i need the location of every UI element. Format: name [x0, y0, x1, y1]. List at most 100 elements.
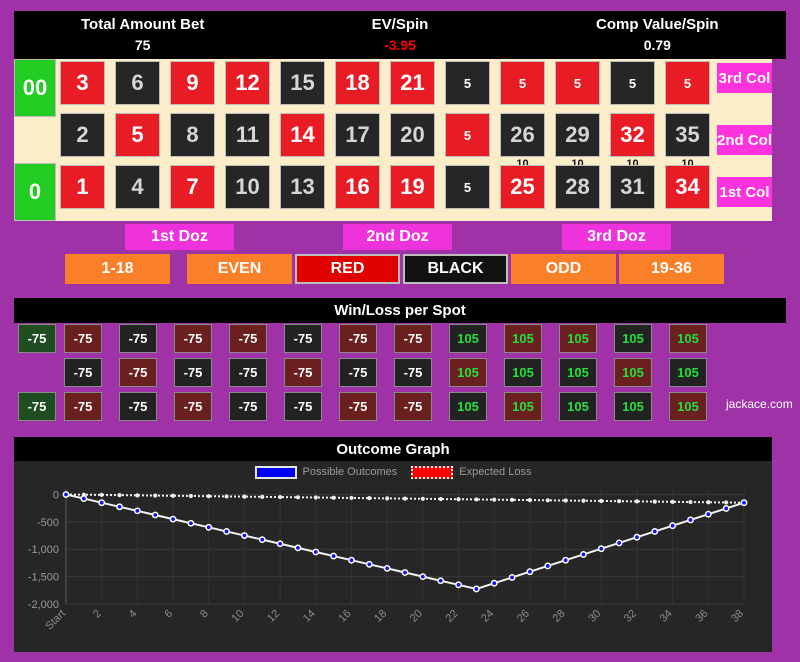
number-cell[interactable]: 6 — [115, 61, 160, 105]
number-cell[interactable]: 12 — [225, 61, 270, 105]
data-point-expected-loss — [206, 494, 211, 499]
bet-chip-cell[interactable]: 5 — [445, 165, 490, 209]
data-point-expected-loss — [278, 494, 283, 500]
column-bet-3rd[interactable]: 3rd Col — [717, 63, 772, 93]
data-point-expected-loss — [153, 493, 158, 498]
win-loss-cell: -75 — [18, 324, 56, 353]
dozen-bet-1st[interactable]: 1st Doz — [125, 224, 234, 250]
win-loss-cell: 105 — [449, 324, 487, 353]
number-cell[interactable]: 13 — [280, 165, 325, 209]
number-cell[interactable]: 1 — [60, 165, 105, 209]
number-cell[interactable]: 31 — [610, 165, 655, 209]
outside-bet-19-36[interactable]: 19-36 — [619, 254, 724, 284]
data-point-expected-loss — [224, 494, 229, 499]
stat-value: 0.79 — [643, 37, 671, 53]
number-cell[interactable]: 4 — [115, 165, 160, 209]
data-point-possible-outcomes — [527, 569, 532, 574]
x-tick-label: 14 — [301, 608, 318, 625]
number-cell[interactable]: 2 — [60, 113, 105, 157]
bet-chip-cell[interactable]: 5 — [610, 61, 655, 105]
number-cell[interactable]: 17 — [335, 113, 380, 157]
win-loss-cell: -75 — [339, 392, 377, 421]
outside-bet-1-18[interactable]: 1-18 — [65, 254, 170, 284]
y-tick-label: -1,500 — [28, 572, 59, 584]
bet-chip-cell[interactable]: 5 — [445, 61, 490, 105]
number-label: 3 — [76, 70, 89, 95]
x-tick-label: 20 — [408, 608, 425, 625]
x-tick-label: 30 — [586, 608, 603, 625]
win-loss-cell: 105 — [559, 358, 597, 387]
column-bet-label: 3rd Col — [718, 69, 771, 87]
data-point-expected-loss — [135, 493, 140, 498]
number-cell[interactable]: 28 — [555, 165, 600, 209]
win-loss-cell: -75 — [18, 392, 56, 421]
number-cell[interactable]: 35 — [665, 113, 710, 157]
data-point-expected-loss — [652, 499, 657, 504]
win-loss-cell: 105 — [449, 392, 487, 421]
number-cell[interactable]: 15 — [280, 61, 325, 105]
number-cell[interactable]: 21 — [390, 61, 435, 105]
number-cell[interactable]: 10 — [225, 165, 270, 209]
win-loss-cell: -75 — [64, 358, 102, 387]
brand-watermark: jackace.com — [726, 397, 793, 411]
outside-bet-black[interactable]: BLACK — [403, 254, 508, 284]
data-point-possible-outcomes — [81, 496, 86, 501]
win-loss-value: -75 — [238, 399, 258, 414]
outside-bet-even[interactable]: EVEN — [187, 254, 292, 284]
number-cell[interactable]: 5 — [115, 113, 160, 157]
win-loss-value: -75 — [403, 365, 423, 380]
outside-bet-odd[interactable]: ODD — [511, 254, 616, 284]
roulette-analyzer-page: Total Amount Bet 75 EV/Spin -3.95 Comp V… — [0, 0, 800, 662]
number-cell[interactable]: 16 — [335, 165, 380, 209]
data-point-expected-loss — [724, 500, 729, 505]
number-cell[interactable]: 3 — [60, 61, 105, 105]
data-point-expected-loss — [670, 499, 675, 504]
bet-chip-cell[interactable]: 5 — [500, 61, 545, 105]
number-label: 32 — [620, 122, 645, 147]
win-loss-value: -75 — [128, 331, 148, 346]
number-cell[interactable]: 32 — [610, 113, 655, 157]
number-cell[interactable]: 19 — [390, 165, 435, 209]
x-tick-label: 36 — [693, 608, 710, 625]
column-bet-2nd[interactable]: 2nd Col — [717, 125, 772, 155]
win-loss-cell: -75 — [119, 358, 157, 387]
win-loss-cell: 105 — [504, 392, 542, 421]
dozen-bet-2nd[interactable]: 2nd Doz — [343, 224, 452, 250]
bet-chip-cell[interactable]: 5 — [555, 61, 600, 105]
roulette-table: 00 0 3 2 1 6 5 4 9 8 7 12 11 10 15 14 13 18 17 16 21 20 19 5 5… — [14, 59, 772, 221]
number-cell[interactable]: 8 — [170, 113, 215, 157]
outside-bet-red[interactable]: RED — [295, 254, 400, 284]
cell-0[interactable]: 0 — [14, 163, 56, 221]
number-cell[interactable]: 26 — [500, 113, 545, 157]
number-label: 17 — [345, 122, 370, 147]
number-cell[interactable]: 14 — [280, 113, 325, 157]
number-cell[interactable]: 11 — [225, 113, 270, 157]
win-loss-value: -75 — [128, 365, 148, 380]
legend-label: Possible Outcomes — [302, 466, 398, 478]
data-point-expected-loss — [313, 495, 318, 500]
cell-00[interactable]: 00 — [14, 59, 56, 117]
number-cell[interactable]: 29 — [555, 113, 600, 157]
win-loss-value: 105 — [567, 399, 589, 414]
data-point-possible-outcomes — [367, 562, 372, 567]
win-loss-cell: 105 — [669, 392, 707, 421]
data-point-expected-loss — [438, 496, 443, 502]
number-cell[interactable]: 9 — [170, 61, 215, 105]
number-cell[interactable]: 34 — [665, 165, 710, 209]
data-point-possible-outcomes — [242, 533, 247, 538]
number-label: 20 — [400, 122, 425, 147]
dozen-bet-3rd[interactable]: 3rd Doz — [562, 224, 671, 250]
data-point-possible-outcomes — [635, 535, 639, 540]
data-point-expected-loss — [349, 495, 354, 501]
win-loss-value: 105 — [567, 365, 589, 380]
bet-chip-cell[interactable]: 5 — [445, 113, 490, 157]
number-cell[interactable]: 7 — [170, 165, 215, 209]
number-cell[interactable]: 25 — [500, 165, 545, 209]
number-cell[interactable]: 20 — [390, 113, 435, 157]
win-loss-cell: -75 — [64, 324, 102, 353]
column-bet-1st[interactable]: 1st Col — [717, 177, 772, 207]
bet-chip-cell[interactable]: 5 — [665, 61, 710, 105]
number-label: 7 — [186, 174, 199, 199]
outside-bet-label: RED — [330, 260, 365, 277]
number-cell[interactable]: 18 — [335, 61, 380, 105]
